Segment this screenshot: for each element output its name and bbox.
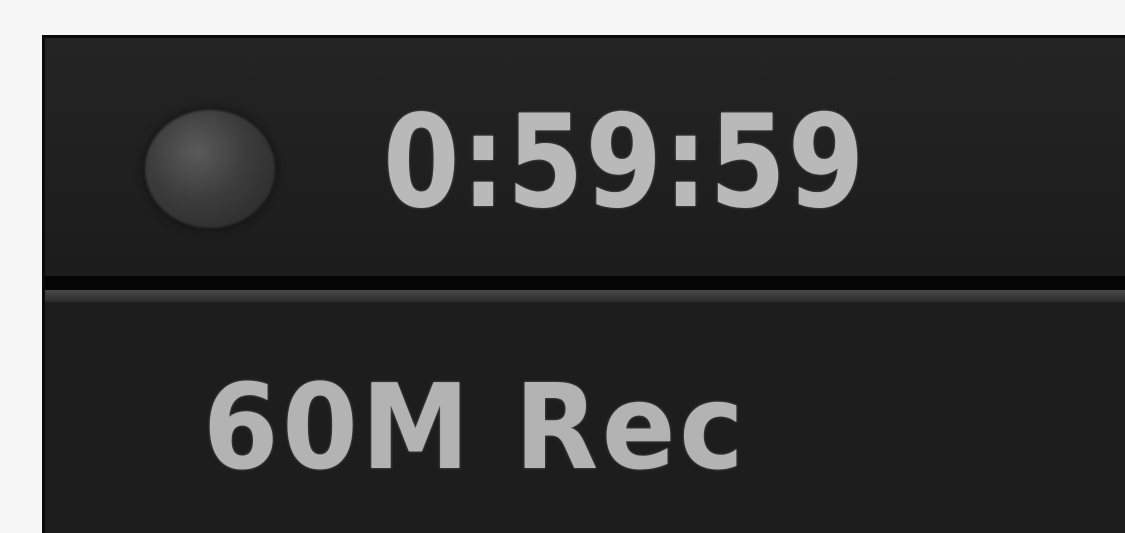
row-divider	[45, 276, 1125, 290]
recorder-screen: 0:59:59 60M Rec	[0, 0, 1125, 533]
record-indicator-icon	[145, 110, 275, 228]
record-mode-label: 60M Rec	[203, 358, 748, 496]
status-row: 60M Rec	[45, 302, 1125, 533]
row-divider-highlight	[45, 290, 1125, 302]
timer-row: 0:59:59	[45, 38, 1125, 276]
recorder-display-panel: 0:59:59 60M Rec	[42, 35, 1125, 533]
elapsed-time-readout: 0:59:59	[383, 88, 867, 237]
